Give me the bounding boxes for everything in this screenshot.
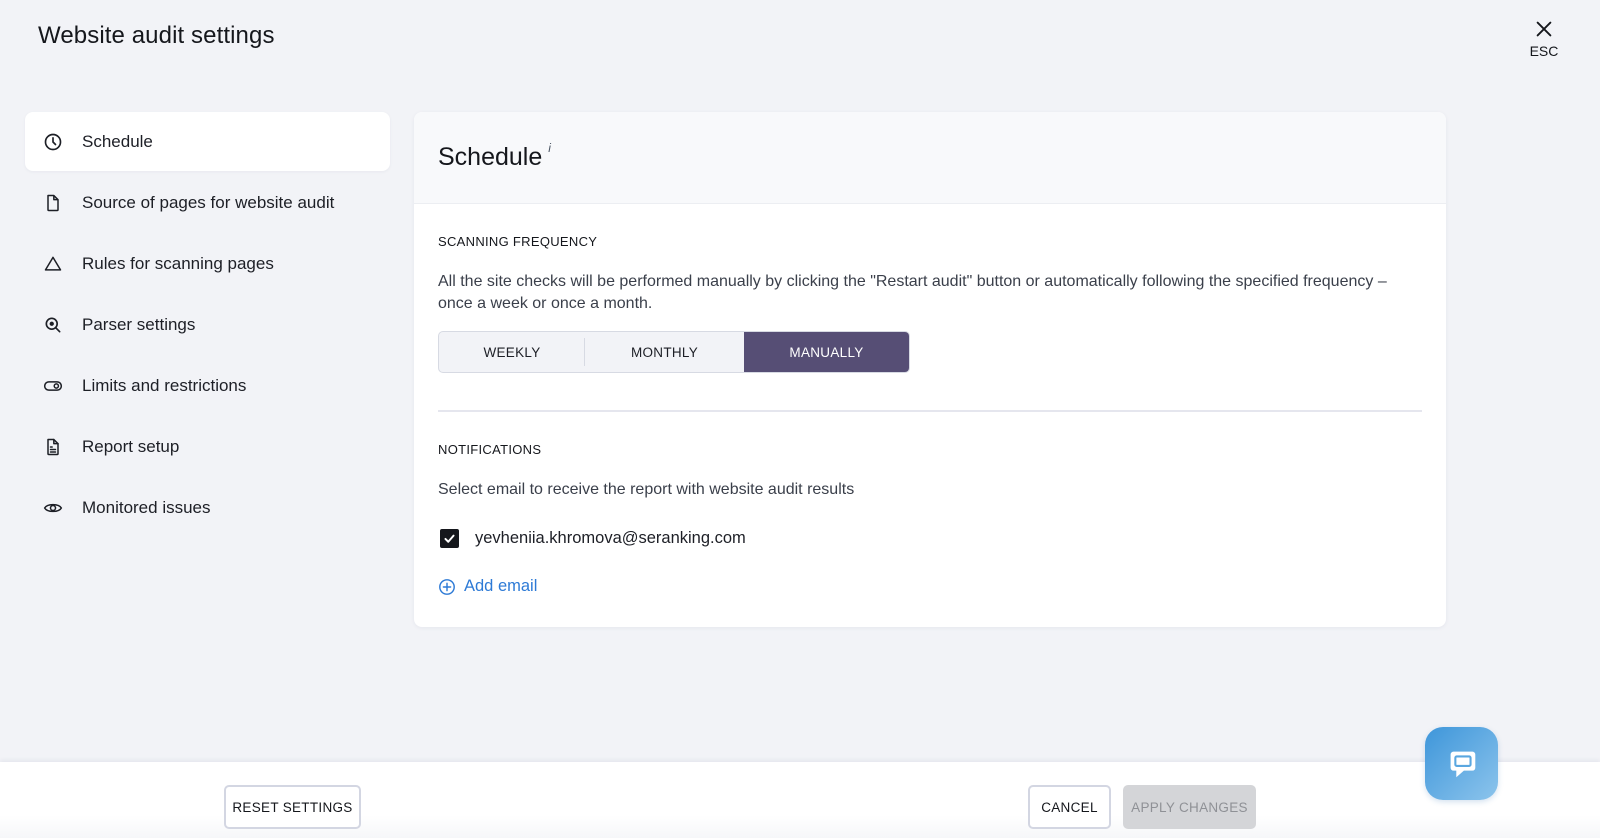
sidebar-item-schedule[interactable]: Schedule [25,112,390,171]
frequency-option-monthly[interactable]: MONTHLY [585,332,744,372]
cancel-button[interactable]: CANCEL [1028,785,1111,829]
email-address: yevheniia.khromova@seranking.com [475,529,746,547]
sidebar-item-label: Schedule [82,131,153,151]
scanning-frequency-label: SCANNING FREQUENCY [438,234,598,249]
frequency-option-manually[interactable]: MANUALLY [744,332,909,372]
scanning-frequency-description: All the site checks will be performed ma… [438,273,1387,312]
zoom-search-icon [43,315,63,335]
reset-settings-button[interactable]: RESET SETTINGS [224,785,361,829]
sidebar-item-monitored-issues[interactable]: Monitored issues [25,478,390,537]
sidebar-item-label: Parser settings [82,314,196,334]
clock-icon [43,132,63,152]
notifications-label: NOTIFICATIONS [438,442,542,457]
sidebar-item-report-setup[interactable]: Report setup [25,417,390,476]
frequency-option-weekly[interactable]: WEEKLY [439,332,585,372]
add-email-link[interactable]: Add email [438,577,1422,596]
check-icon [444,534,455,543]
esc-label: ESC [1529,43,1559,59]
add-email-label: Add email [464,577,538,595]
eye-icon [43,498,63,518]
page-title: Website audit settings [38,22,275,49]
info-icon[interactable]: i [548,141,551,155]
sidebar-item-rules[interactable]: Rules for scanning pages [25,234,390,293]
panel-title: Schedule [438,143,543,171]
chat-button[interactable] [1425,727,1498,800]
sidebar-item-label: Monitored issues [82,497,211,517]
sidebar: Schedule Source of pages for website aud… [25,112,390,539]
sidebar-item-label: Source of pages for website audit [82,192,335,212]
sidebar-item-source-of-pages[interactable]: Source of pages for website audit [25,173,390,232]
panel-header: Schedule i [414,112,1446,204]
chat-icon [1450,751,1475,777]
apply-changes-button[interactable]: APPLY CHANGES [1123,785,1256,829]
sidebar-item-parser-settings[interactable]: Parser settings [25,295,390,354]
triangle-icon [43,254,63,274]
sidebar-item-label: Report setup [82,436,180,456]
section-divider [438,410,1422,412]
sidebar-item-label: Rules for scanning pages [82,253,274,273]
close-icon [1536,21,1552,37]
sidebar-item-limits[interactable]: Limits and restrictions [25,356,390,415]
document-text-icon [43,437,63,457]
email-checkbox[interactable] [440,529,459,548]
file-icon [43,193,63,213]
close-button[interactable]: ESC [1526,18,1562,59]
toggle-icon [43,376,63,396]
footer-bar: RESET SETTINGS CANCEL APPLY CHANGES [0,762,1600,838]
email-option: yevheniia.khromova@seranking.com [438,529,1422,548]
frequency-selector: WEEKLY MONTHLY MANUALLY [438,331,910,373]
sidebar-item-label: Limits and restrictions [82,375,247,395]
plus-circle-icon [439,578,455,595]
notifications-description: Select email to receive the report with … [438,481,855,498]
schedule-panel: Schedule i SCANNING FREQUENCY All the si… [414,112,1446,627]
